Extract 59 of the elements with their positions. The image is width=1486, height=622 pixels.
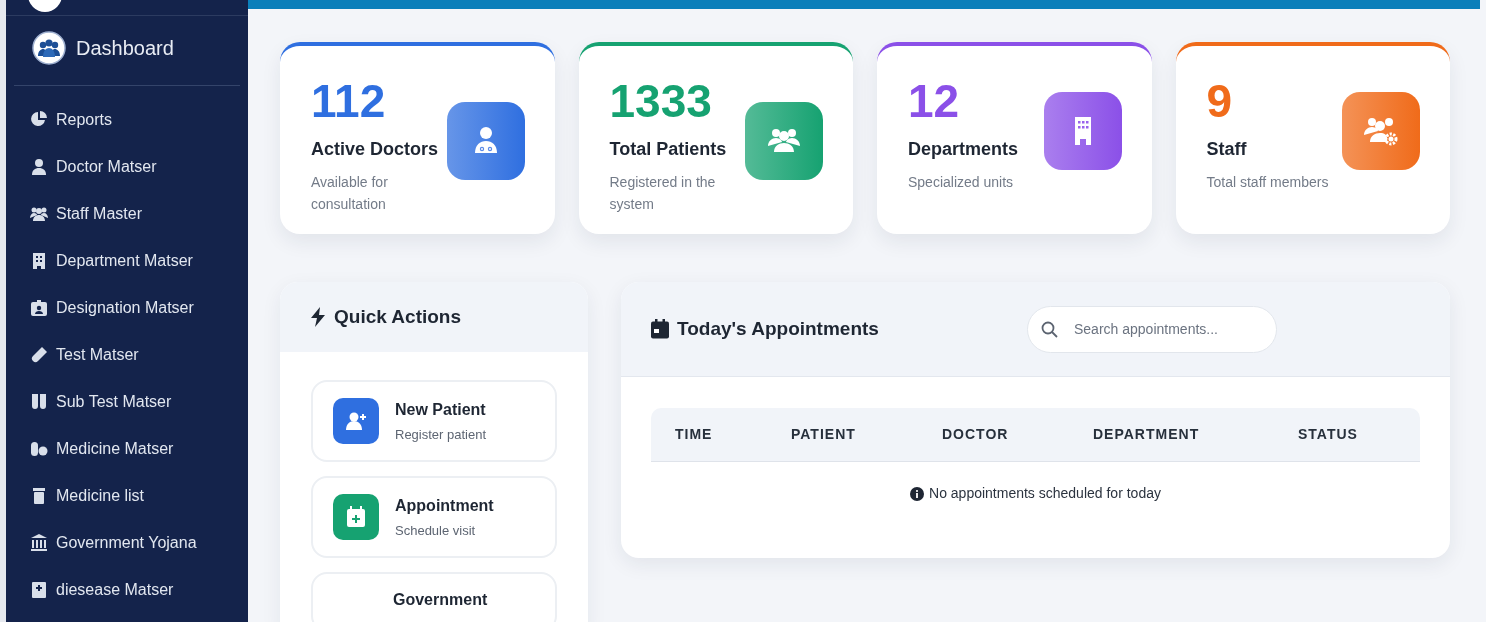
action-title: New Patient xyxy=(395,399,487,420)
stat-description: Registered in the system xyxy=(609,173,717,214)
search-field[interactable]: Search appointments... xyxy=(1027,305,1277,353)
action-subtitle: Register patient xyxy=(395,425,487,444)
stat-label: Staff xyxy=(1206,138,1248,161)
test-tube-icon xyxy=(30,346,48,364)
doctor-icon xyxy=(30,158,48,176)
sidebar-item[interactable]: Designation Matser xyxy=(30,296,248,320)
users-icon xyxy=(30,205,48,223)
action-title: Appointment xyxy=(395,495,494,516)
sidebar-item[interactable]: diesease Matser xyxy=(30,578,248,602)
bank-icon xyxy=(30,534,48,552)
stat-label: Active Doctors xyxy=(311,138,439,161)
column-header: DEPARTMENT xyxy=(1092,425,1201,444)
info-icon xyxy=(910,486,925,501)
quick-action-button[interactable]: Appointment Schedule visit xyxy=(311,476,557,558)
doctor-icon xyxy=(446,102,525,180)
quick-action-button[interactable]: Government xyxy=(311,572,557,622)
sidebar-item[interactable]: Doctor Matser xyxy=(30,155,248,179)
stat-description: Specialized units xyxy=(908,173,1015,192)
stat-value: 1333 xyxy=(609,78,713,124)
id-badge-icon xyxy=(30,299,48,317)
panel-title: Quick Actions xyxy=(334,305,462,329)
pills-icon xyxy=(30,440,48,458)
users-gear-icon xyxy=(1342,92,1420,170)
stat-value: 9 xyxy=(1206,78,1234,124)
test-tubes-icon xyxy=(30,393,48,411)
empty-message: No appointments scheduled for today xyxy=(929,484,1161,503)
sidebar-item[interactable]: Department Matser xyxy=(30,249,248,273)
stat-label: Total Patients xyxy=(609,138,728,161)
calendar-icon xyxy=(651,319,669,339)
sidebar-item[interactable]: Medicine list xyxy=(30,484,248,508)
dashboard-title: Dashboard xyxy=(76,36,174,61)
medical-book-icon xyxy=(30,581,48,599)
lightning-icon xyxy=(310,307,326,327)
sidebar-item[interactable]: Government Yojana xyxy=(30,531,248,555)
stat-value: 12 xyxy=(908,78,961,124)
stat-description: Available for consultation xyxy=(311,173,389,214)
quick-action-button[interactable]: New Patient Register patient xyxy=(311,380,557,462)
building-icon xyxy=(30,252,48,270)
sidebar-item[interactable]: Reports xyxy=(30,108,248,132)
stat-label: Departments xyxy=(908,138,1019,161)
sidebar-item[interactable]: Medicine Matser xyxy=(30,437,248,461)
panel-title: Today's Appointments xyxy=(677,317,880,341)
sidebar-item[interactable]: Staff Master xyxy=(30,202,248,226)
action-subtitle: Schedule visit xyxy=(395,521,477,540)
sidebar-item[interactable]: Sub Test Matser xyxy=(30,390,248,414)
prescription-bottle-icon xyxy=(30,487,48,505)
action-title: Government xyxy=(393,590,488,610)
column-header: DOCTOR xyxy=(941,425,1010,444)
sidebar-item[interactable]: Test Matser xyxy=(30,343,248,367)
users-icon xyxy=(745,102,823,180)
column-header: STATUS xyxy=(1297,425,1359,444)
stat-description: Total staff members xyxy=(1206,173,1329,192)
column-header: PATIENT xyxy=(790,425,857,444)
pie-chart-icon xyxy=(30,111,48,129)
stat-value: 112 xyxy=(311,78,387,124)
column-header: TIME xyxy=(674,425,714,444)
building-icon xyxy=(1043,92,1122,170)
